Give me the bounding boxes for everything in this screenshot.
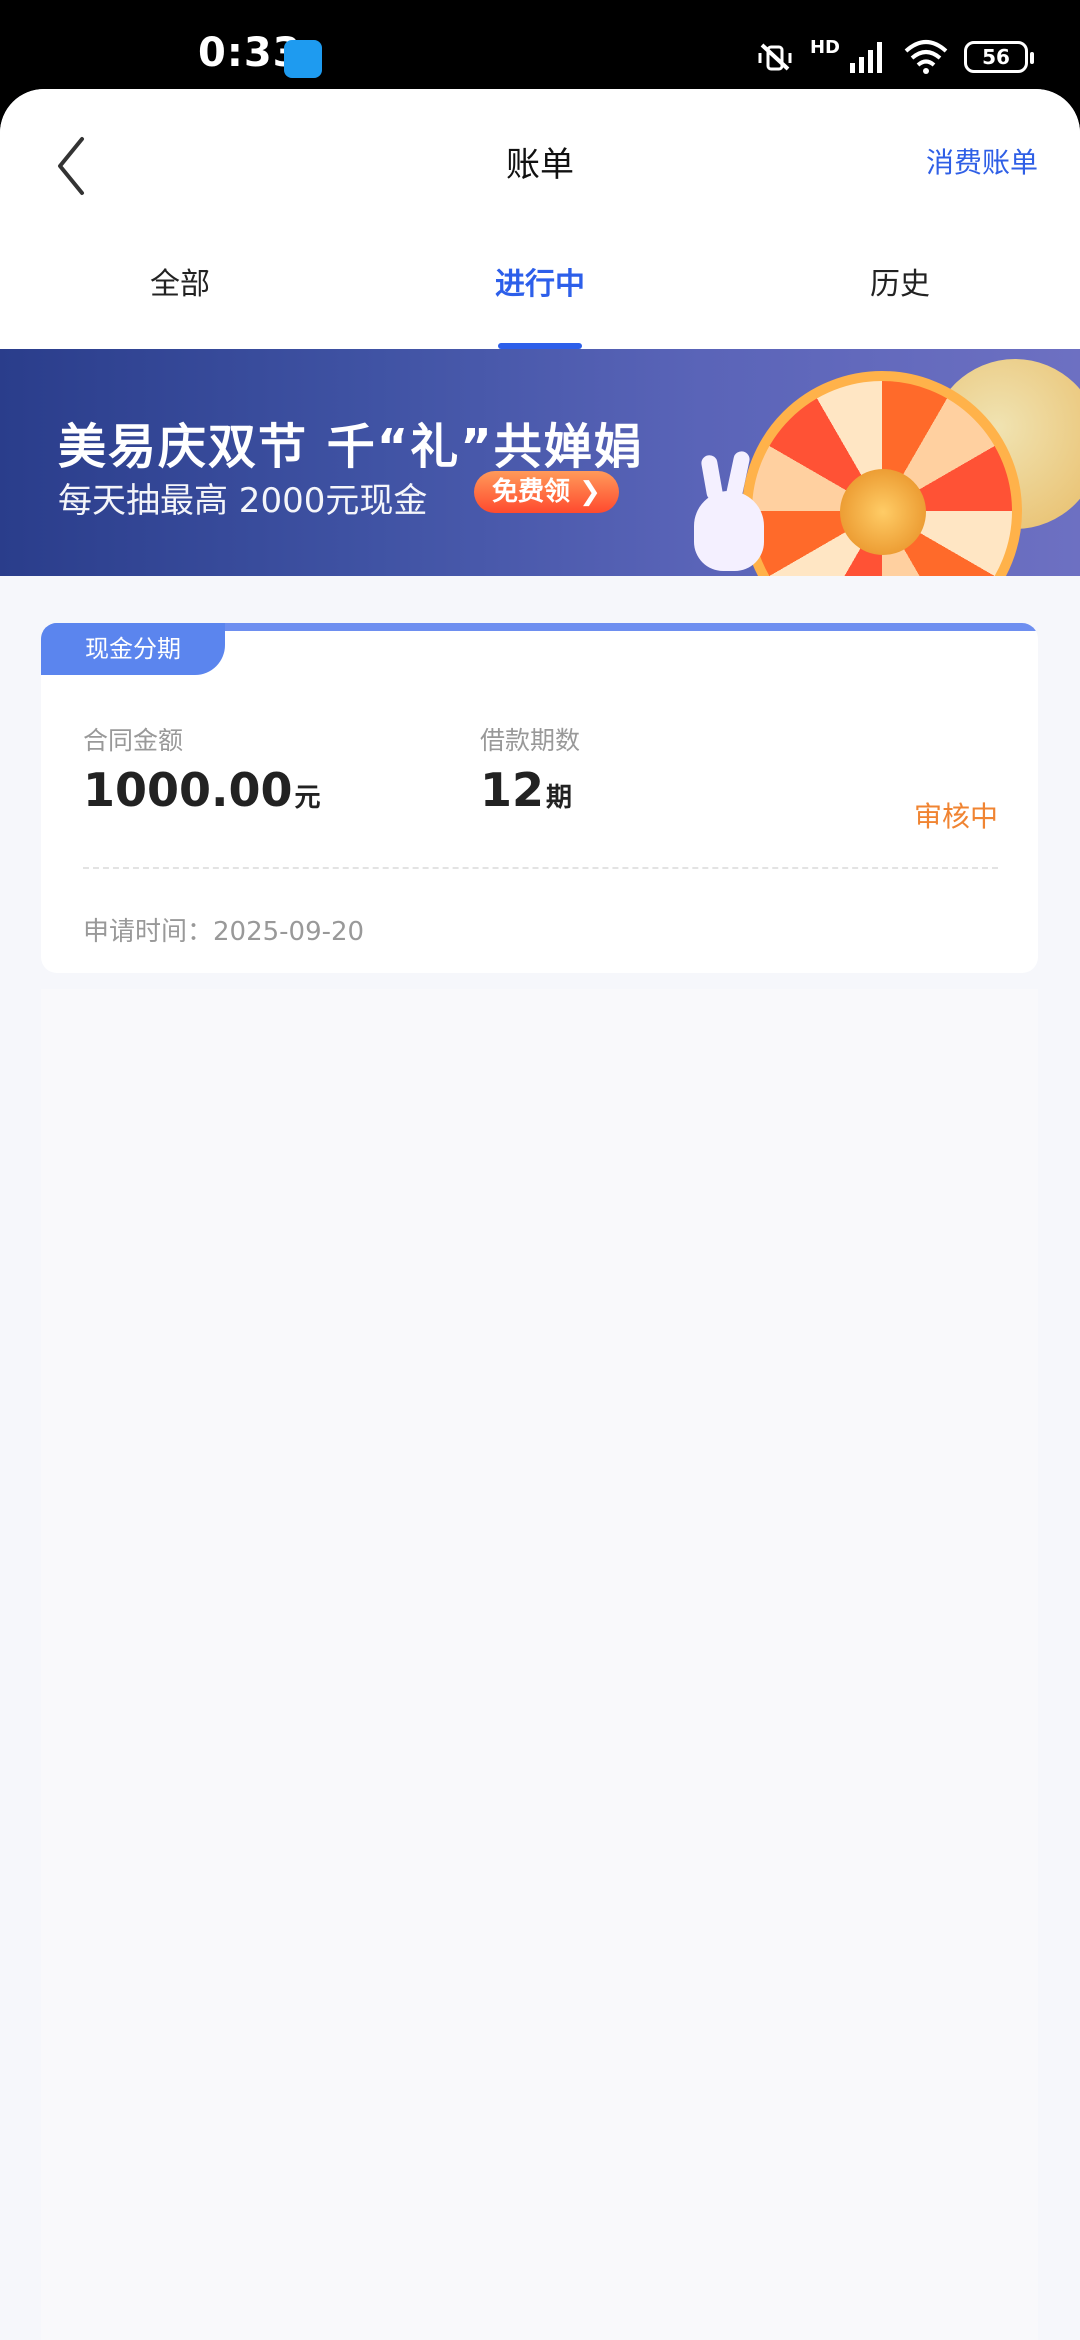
amount-label: 合同金额 <box>83 726 184 755</box>
tab-bar: 全部 进行中 历史 <box>0 259 1080 349</box>
amount-value: 1000.00元 <box>83 763 321 817</box>
page-title: 账单 <box>506 145 574 185</box>
hd-label: HD <box>809 36 840 58</box>
mooncake-illustration <box>840 469 926 555</box>
battery-icon: 56 <box>964 41 1034 73</box>
tab-in-progress[interactable]: 进行中 <box>360 259 720 349</box>
term-label: 借款期数 <box>480 726 581 755</box>
status-bar: 0:33 HD 56 <box>0 0 1080 95</box>
mute-vibrate-icon <box>758 43 792 71</box>
promo-banner[interactable]: 美易庆双节 千“礼”共婵娟 每天抽最高 2000元现金 免费领 ❯ <box>0 349 1080 576</box>
term-value: 12期 <box>480 763 572 817</box>
apply-time: 申请时间：2025-09-20 <box>83 917 365 947</box>
banner-subtitle: 每天抽最高 2000元现金 <box>58 481 428 521</box>
nav-bar: 账单 消费账单 全部 进行中 历史 <box>0 89 1080 349</box>
consumption-bill-link[interactable]: 消费账单 <box>926 141 1038 181</box>
battery-level: 56 <box>982 45 1010 69</box>
wifi-icon <box>904 40 948 74</box>
signal-icon <box>850 42 882 73</box>
amount-unit: 元 <box>294 783 321 813</box>
banner-cta-label: 免费领 <box>492 477 571 507</box>
term-number: 12 <box>480 763 545 817</box>
status-badge: 审核中 <box>913 800 998 833</box>
dashed-divider <box>83 867 998 869</box>
banner-title: 美易庆双节 千“礼”共婵娟 <box>58 419 644 475</box>
rabbit-illustration <box>694 491 764 571</box>
loan-type-tag: 现金分期 <box>41 623 225 675</box>
list-empty-area <box>41 989 1038 2340</box>
cloud-app-icon <box>284 40 322 78</box>
tab-label: 进行中 <box>495 267 585 302</box>
status-icons: HD 56 <box>754 34 1034 80</box>
amount-number: 1000.00 <box>83 763 293 817</box>
tab-history[interactable]: 历史 <box>720 259 1080 349</box>
banner-cta-button[interactable]: 免费领 ❯ <box>474 471 619 513</box>
loan-card[interactable]: 现金分期 合同金额 1000.00元 借款期数 12期 审核中 申请时间：202… <box>41 623 1038 973</box>
term-unit: 期 <box>546 783 573 813</box>
main-sheet: 账单 消费账单 全部 进行中 历史 美易庆双节 千“礼”共婵娟 每天抽最高 20… <box>0 89 1080 2340</box>
tab-all[interactable]: 全部 <box>0 259 360 349</box>
tab-label: 历史 <box>870 267 930 302</box>
tab-label: 全部 <box>150 267 210 302</box>
